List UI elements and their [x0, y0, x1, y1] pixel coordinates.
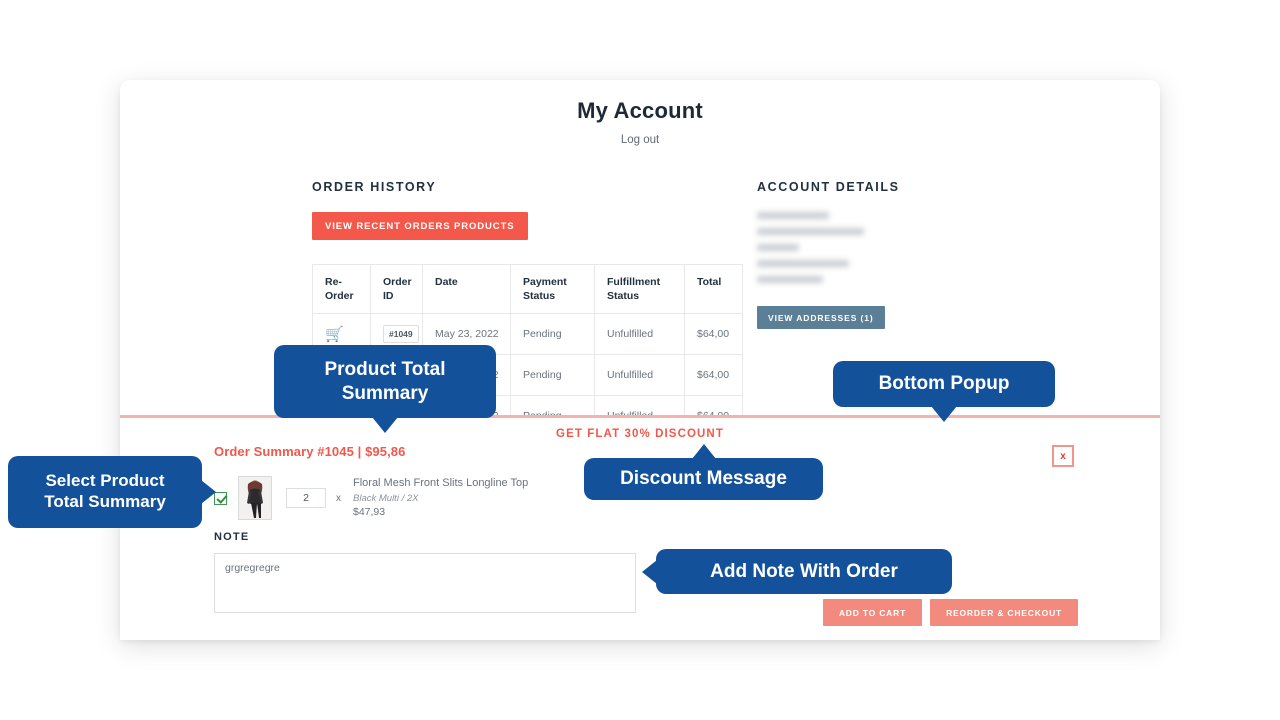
screenshot-stage: My Account Log out ORDER HISTORY VIEW RE…: [0, 0, 1280, 720]
payment-status-cell: Pending: [510, 354, 595, 397]
note-textarea[interactable]: [214, 553, 636, 613]
logout-link[interactable]: Log out: [120, 134, 1160, 146]
line-item-info: Floral Mesh Front Slits Longline Top Bla…: [353, 476, 528, 520]
total-cell: $64,00: [684, 354, 743, 397]
account-details-heading: ACCOUNT DETAILS: [757, 180, 900, 194]
callout-select-product-total-summary: Select Product Total Summary: [8, 456, 216, 528]
column-header-order-id: Order ID: [370, 263, 423, 315]
column-header-fulfillment-status: Fulfillment Status: [594, 263, 685, 315]
payment-status-cell: Pending: [510, 313, 595, 356]
order-summary-title: Order Summary #1045 | $95,86: [214, 444, 406, 459]
fulfillment-status-cell: Unfulfilled: [594, 354, 685, 397]
quantity-input[interactable]: 2: [286, 488, 326, 508]
column-header-reorder: Re-Order: [312, 263, 371, 315]
discount-message: GET FLAT 30% DISCOUNT: [556, 428, 724, 440]
page-title: My Account: [577, 98, 703, 123]
line-item: 2 x Floral Mesh Front Slits Longline Top…: [214, 476, 528, 520]
column-header-total: Total: [684, 263, 743, 315]
redacted-line: [757, 228, 864, 235]
product-name: Floral Mesh Front Slits Longline Top: [353, 477, 529, 489]
product-variant: Black Multi / 2X: [353, 492, 419, 504]
table-header-row: Re-Order Order ID Date Payment Status Fu…: [312, 263, 743, 315]
redacted-line: [757, 260, 849, 267]
column-header-date: Date: [422, 263, 511, 315]
product-thumbnail: [238, 476, 272, 520]
order-history-heading: ORDER HISTORY: [312, 180, 437, 194]
redacted-line: [757, 244, 799, 251]
callout-bottom-popup: Bottom Popup: [833, 361, 1055, 422]
product-image: [239, 477, 271, 519]
callout-add-note-with-order: Add Note With Order: [642, 549, 952, 594]
account-details-column: ACCOUNT DETAILS VIEW ADDRESSES (1): [757, 180, 1057, 329]
callout-product-total-summary: Product Total Summary: [274, 345, 496, 433]
account-address-redacted: [757, 212, 1057, 283]
bottom-popup: GET FLAT 30% DISCOUNT x Order Summary #1…: [120, 415, 1160, 640]
column-header-payment-status: Payment Status: [510, 263, 595, 315]
callout-discount-message: Discount Message: [584, 444, 823, 500]
total-cell: $64,00: [684, 313, 743, 356]
product-price: $47,93: [353, 506, 386, 519]
view-addresses-button[interactable]: VIEW ADDRESSES (1): [757, 306, 885, 329]
multiplier-symbol: x: [336, 492, 341, 504]
order-id-chip[interactable]: #1049: [383, 325, 419, 344]
add-to-cart-button[interactable]: ADD TO CART: [822, 599, 923, 626]
redacted-line: [757, 212, 829, 219]
popup-action-buttons: ADD TO CART REORDER & CHECKOUT: [822, 599, 1078, 626]
note-label: NOTE: [214, 531, 250, 543]
fulfillment-status-cell: Unfulfilled: [594, 313, 685, 356]
shopping-cart-icon[interactable]: 🛒: [325, 327, 344, 342]
reorder-checkout-button[interactable]: REORDER & CHECKOUT: [930, 599, 1078, 626]
view-recent-orders-button[interactable]: VIEW RECENT ORDERS PRODUCTS: [312, 212, 528, 240]
redacted-line: [757, 276, 823, 283]
close-icon[interactable]: x: [1052, 445, 1074, 467]
